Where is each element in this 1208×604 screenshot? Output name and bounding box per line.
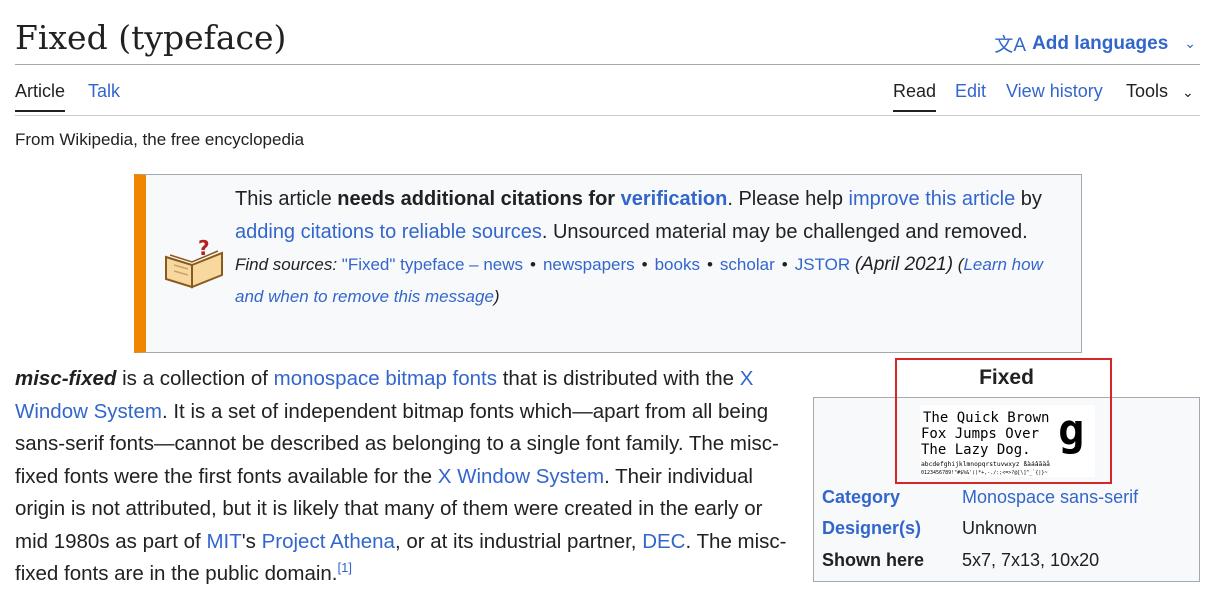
term-misc-fixed: misc-fixed <box>15 367 117 390</box>
find-sources: Find sources: "Fixed" typeface – news • ne… <box>235 249 1063 313</box>
source-jstor-link[interactable]: JSTOR <box>795 255 850 274</box>
chevron-down-icon: ⌄ <box>1184 35 1196 51</box>
notice-text-1: This article <box>235 188 338 210</box>
separator-dot: • <box>706 255 713 274</box>
paren-open: ( <box>953 255 964 274</box>
monospace-bitmap-fonts-link[interactable]: monospace bitmap fonts <box>274 367 497 390</box>
source-news-link[interactable]: news <box>483 255 523 274</box>
dec-link[interactable]: DEC <box>642 530 685 553</box>
category-value-link[interactable]: Monospace sans-serif <box>962 487 1138 508</box>
para-text: 's <box>241 529 262 553</box>
annotation-highlight-box <box>895 358 1112 484</box>
designer-value: Unknown <box>962 518 1038 538</box>
source-query-link[interactable]: "Fixed" typeface <box>342 255 465 274</box>
category-label-link[interactable]: Category <box>822 487 900 508</box>
shown-here-value: 5x7, 7x13, 10x20 <box>962 550 1100 570</box>
separator-dot: • <box>641 255 648 274</box>
tabs-divider <box>15 115 1200 116</box>
translate-icon: 文A <box>994 35 1027 56</box>
source-books-link[interactable]: books <box>655 255 700 274</box>
improve-article-link[interactable]: improve this article <box>849 188 1016 210</box>
notice-text: This article needs additional citations … <box>235 183 1063 313</box>
separator-dot: • <box>530 255 536 274</box>
para-text: is a collection of <box>116 367 274 390</box>
site-tagline: From Wikipedia, the free encyclopedia <box>15 130 305 149</box>
tab-read[interactable]: Read <box>893 81 937 112</box>
verification-link[interactable]: verification <box>621 188 728 210</box>
tab-view-history[interactable]: View history <box>1006 81 1103 102</box>
tab-talk[interactable]: Talk <box>88 81 120 102</box>
project-athena-link[interactable]: Project Athena <box>262 530 395 553</box>
svg-text:?: ? <box>198 236 210 260</box>
tab-edit[interactable]: Edit <box>955 81 986 102</box>
add-languages-button[interactable]: 文A Add languages ⌄ <box>994 30 1196 57</box>
tools-menu[interactable]: Tools ⌄ <box>1126 81 1194 102</box>
question-book-icon: ? <box>165 236 223 289</box>
tools-label: Tools <box>1126 81 1169 101</box>
x-window-system-link-2[interactable]: X Window System <box>438 465 604 488</box>
designer-label-link[interactable]: Designer(s) <box>822 518 921 539</box>
page-title: Fixed (typeface) <box>15 18 287 57</box>
source-newspapers-link[interactable]: newspapers <box>543 255 635 274</box>
para-text: , or at its industrial partner, <box>394 529 643 553</box>
add-languages-label: Add languages <box>1032 32 1169 54</box>
tab-article[interactable]: Article <box>15 81 66 112</box>
article-lead-paragraph: misc-fixed is a collection of monospace … <box>15 363 795 591</box>
find-sources-label: Find sources: <box>235 255 338 274</box>
shown-here-label: Shown here <box>822 550 925 570</box>
page-tabs: Article Talk Read Edit View history Tool… <box>15 66 1200 116</box>
paren-close: ) <box>493 287 500 306</box>
adding-citations-link[interactable]: adding citations to reliable sources <box>235 221 542 243</box>
title-divider <box>15 64 1200 65</box>
notice-text-4: . Unsourced material may be challenged a… <box>541 221 1028 243</box>
reference-1-link[interactable]: [1] <box>338 560 352 575</box>
source-scholar-link[interactable]: scholar <box>720 255 775 274</box>
separator-dot: • <box>781 255 788 274</box>
mit-link[interactable]: MIT <box>206 530 241 553</box>
notice-date: (April 2021) <box>854 254 954 275</box>
notice-text-3: by <box>1015 188 1042 210</box>
para-text: that is distributed with the <box>497 367 740 390</box>
source-dash: – <box>464 255 484 274</box>
citation-notice: ? This article needs additional citation… <box>134 174 1082 353</box>
chevron-down-icon: ⌄ <box>1182 84 1194 100</box>
notice-text-2: . Please help <box>727 188 849 210</box>
notice-emphasis: needs additional citations for <box>337 188 621 210</box>
